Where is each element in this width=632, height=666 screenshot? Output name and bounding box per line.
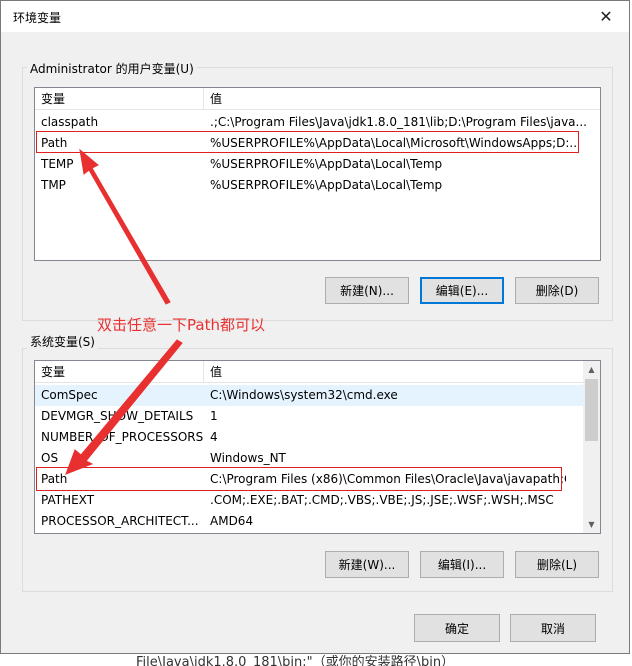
background-window: File\Java\jdk1.8.0_181\bin;"（或你的安装路径\bin… (0, 655, 632, 666)
variable-name: ComSpec (41, 388, 98, 402)
system-delete-button[interactable]: 删除(L) (515, 551, 599, 578)
scroll-up-icon[interactable]: ▲ (583, 361, 600, 378)
user-edit-button[interactable]: 编辑(E)... (420, 277, 504, 304)
window-title: 环境变量 (13, 11, 62, 25)
title-bar: 环境变量 ✕ (1, 1, 629, 32)
system-row-devmgr[interactable]: DEVMGR_SHOW_DETAILS 1 (35, 406, 584, 427)
highlight-user-path (36, 131, 579, 153)
scroll-down-icon[interactable]: ▼ (583, 516, 600, 533)
column-header-value[interactable]: 值 (204, 88, 600, 110)
variable-name: DEVMGR_SHOW_DETAILS (41, 409, 194, 423)
system-row-os[interactable]: OS Windows_NT (35, 448, 584, 469)
environment-variables-dialog: 环境变量 ✕ Administrator 的用户变量(U) 变量 值 class… (0, 0, 630, 654)
system-row-processor-architecture[interactable]: PROCESSOR_ARCHITECT... AMD64 (35, 511, 584, 532)
highlight-system-path (36, 467, 562, 491)
background-text: File\Java\jdk1.8.0_181\bin;"（或你的安装路径\bin… (136, 655, 455, 666)
system-list-scrollbar[interactable]: ▲ ▼ (583, 361, 600, 533)
variable-name: PROCESSOR_ARCHITECT... (41, 514, 199, 528)
column-header-variable[interactable]: 变量 (35, 361, 204, 383)
variable-value: Windows_NT (210, 451, 286, 465)
variable-name: TEMP (41, 157, 74, 171)
system-variables-list[interactable]: 变量 值 ComSpec C:\Windows\system32\cmd.exe… (34, 360, 601, 534)
system-edit-button[interactable]: 编辑(I)... (420, 551, 504, 578)
close-icon: ✕ (599, 7, 613, 26)
variable-value: AMD64 (210, 514, 254, 528)
variable-value: 4 (210, 430, 218, 444)
user-variables-label: Administrator 的用户变量(U) (27, 60, 197, 77)
system-row-comspec[interactable]: ComSpec C:\Windows\system32\cmd.exe (35, 385, 584, 406)
column-header-variable[interactable]: 变量 (35, 88, 204, 110)
variable-value: 1 (210, 409, 218, 423)
cancel-button[interactable]: 取消 (510, 614, 596, 642)
variable-value: %USERPROFILE%\AppData\Local\Temp (210, 178, 443, 192)
system-list-header: 变量 值 (35, 361, 584, 383)
variable-value: .;C:\Program Files\Java\jdk1.8.0_181\lib… (210, 115, 587, 129)
variable-name: classpath (41, 115, 99, 129)
variable-value: .COM;.EXE;.BAT;.CMD;.VBS;.VBE;.JS;.JSE;.… (210, 493, 554, 507)
system-new-button[interactable]: 新建(W)... (325, 551, 409, 578)
user-variables-list[interactable]: 变量 值 classpath .;C:\Program Files\Java\j… (34, 87, 601, 261)
user-new-button[interactable]: 新建(N)... (325, 277, 409, 304)
user-row-tmp[interactable]: TMP %USERPROFILE%\AppData\Local\Temp (35, 175, 600, 196)
variable-value: C:\Windows\system32\cmd.exe (210, 388, 398, 402)
variable-name: OS (41, 451, 59, 465)
column-header-value[interactable]: 值 (204, 361, 584, 383)
scroll-thumb[interactable] (585, 379, 598, 441)
user-row-temp[interactable]: TEMP %USERPROFILE%\AppData\Local\Temp (35, 154, 600, 175)
close-button[interactable]: ✕ (583, 1, 629, 32)
system-row-number-of-processors[interactable]: NUMBER_OF_PROCESSORS 4 (35, 427, 584, 448)
variable-name: TMP (41, 178, 66, 192)
user-delete-button[interactable]: 删除(D) (515, 277, 599, 304)
system-row-pathext[interactable]: PATHEXT .COM;.EXE;.BAT;.CMD;.VBS;.VBE;.J… (35, 490, 584, 511)
user-list-header: 变量 值 (35, 88, 600, 110)
user-row-classpath[interactable]: classpath .;C:\Program Files\Java\jdk1.8… (35, 112, 600, 133)
annotation-text: 双击任意一下Path都可以 (97, 316, 265, 334)
variable-value: %USERPROFILE%\AppData\Local\Temp (210, 157, 443, 171)
ok-button[interactable]: 确定 (414, 614, 500, 642)
variable-name: NUMBER_OF_PROCESSORS (41, 430, 204, 444)
system-variables-label: 系统变量(S) (27, 333, 98, 350)
variable-name: PATHEXT (41, 493, 95, 507)
